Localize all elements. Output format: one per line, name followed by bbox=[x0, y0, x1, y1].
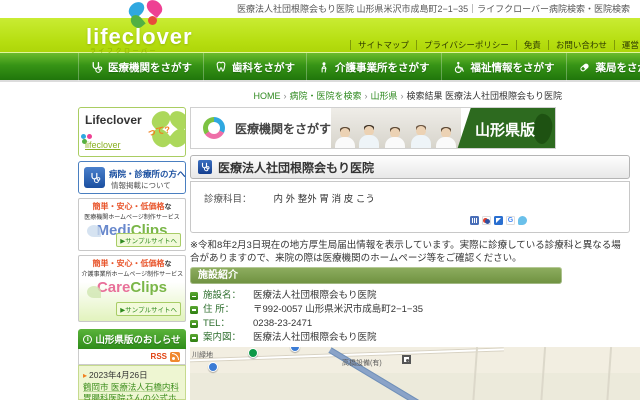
sidebar-for-clinics-banner[interactable]: 病院・診療所の方へ 情報掲載について bbox=[78, 161, 186, 194]
caregiver-icon bbox=[318, 61, 330, 74]
rss-link[interactable]: RSS bbox=[151, 352, 167, 361]
nav-tab-label: 歯科をさがす bbox=[232, 60, 295, 75]
facility-title-bar: 医療法人社団根際会もり医院 bbox=[190, 155, 630, 179]
facility-row-map-link: 案内図： 医療法人社団根際会もり医院 bbox=[190, 333, 562, 343]
nav-tab-medical[interactable]: 医療機関をさがす bbox=[78, 53, 204, 81]
nav-tabs: 医療機関をさがす 歯科をさがす 介護事業所をさがす 福祉情報をさがす 薬局をさが… bbox=[78, 53, 640, 81]
department-label: 診療科目： bbox=[204, 194, 252, 205]
nav-tab-welfare[interactable]: 福祉情報をさがす bbox=[442, 53, 567, 81]
careclips-catch: 簡単・安心・低価格な bbox=[79, 258, 185, 269]
green-bullet-icon bbox=[190, 320, 198, 328]
news-item-link[interactable]: 鶴岡市 医療法人石橋内科胃腸科医院さんの公式ホームペ bbox=[83, 382, 181, 400]
mediclips-catch: 簡単・安心・低価格な bbox=[79, 201, 185, 212]
green-bullet-icon bbox=[190, 292, 198, 300]
utility-link-operator[interactable]: 運営 bbox=[614, 40, 640, 50]
nav-tab-pharmacy[interactable]: 薬局をさがす bbox=[567, 53, 640, 81]
clover-ring-icon bbox=[203, 117, 225, 139]
careclips-desc: 介護事業所ホームページ制作サービス bbox=[82, 269, 183, 278]
sidebar-rss-row: RSS bbox=[78, 349, 186, 365]
green-bullet-icon bbox=[190, 334, 198, 342]
for-clinics-subtitle: 情報掲載について bbox=[111, 180, 171, 191]
page: 医療法人社団根際会もり医院 山形県米沢市成島町2−1−35｜ライフクローバー病院… bbox=[0, 0, 640, 400]
leaf-icon bbox=[87, 286, 101, 298]
bullet-arrow-icon: ▸ bbox=[83, 371, 87, 380]
utility-link-disclaimer[interactable]: 免責 bbox=[516, 40, 548, 50]
tooth-icon bbox=[215, 61, 227, 73]
prefecture-silhouette-icon bbox=[532, 113, 554, 145]
department-value: 内 外 整外 胃 消 皮 こう bbox=[274, 194, 375, 205]
department-row: 診療科目： 内 外 整外 胃 消 皮 こう bbox=[204, 191, 375, 205]
news-title: 山形県版のおしらせ bbox=[95, 332, 180, 346]
stethoscope-badge-icon bbox=[198, 160, 212, 174]
breadcrumb-prefecture[interactable]: 山形県 bbox=[370, 91, 397, 101]
nav-tab-label: 福祉情報をさがす bbox=[471, 60, 555, 75]
prefecture-edition-badge: 山形県版 bbox=[457, 108, 555, 149]
rss-icon[interactable] bbox=[170, 352, 180, 362]
company-marker-icon[interactable] bbox=[402, 355, 411, 364]
sidebar-news-header: i 山形県版のおしらせ bbox=[78, 329, 186, 349]
mediclips-sample-button[interactable]: ▶サンプルサイトへ bbox=[116, 233, 181, 247]
facility-row-name: 施設名： 医療法人社団根際会もり医院 bbox=[190, 291, 562, 301]
nav-tab-care[interactable]: 介護事業所をさがす bbox=[307, 53, 442, 81]
banner-label: 医療機関をさがす bbox=[235, 120, 331, 137]
facility-row-address: 住 所： 〒992-0057 山形県米沢市成島町2−1−35 bbox=[190, 305, 562, 315]
careclips-sample-button[interactable]: ▶サンプルサイトへ bbox=[116, 302, 181, 316]
edition-label: 山形県版 bbox=[475, 119, 535, 140]
about-mini-logo: lifeclover bbox=[85, 140, 121, 150]
nav-tab-dental[interactable]: 歯科をさがす bbox=[204, 53, 307, 81]
leaf-icon bbox=[87, 225, 101, 237]
search-banner: 医療機関をさがす 山形県版 bbox=[190, 107, 556, 149]
map-terrain bbox=[190, 373, 640, 400]
stethoscope-badge-icon bbox=[84, 167, 105, 188]
breadcrumb-category[interactable]: 病院・医院を検索 bbox=[289, 91, 361, 101]
clover-petal-pink-icon bbox=[144, 0, 165, 18]
transit-marker-icon[interactable] bbox=[208, 362, 218, 372]
page-title: 医療法人社団根際会もり医院 bbox=[218, 159, 374, 176]
utility-link-contact[interactable]: お問い合わせ bbox=[548, 40, 614, 50]
facility-detail-list: 施設名： 医療法人社団根際会もり医院 住 所： 〒992-0057 山形県米沢市… bbox=[190, 291, 562, 347]
sidebar-news-list: ▸2023年4月26日 鶴岡市 医療法人石橋内科胃腸科医院さんの公式ホームペ bbox=[78, 365, 186, 400]
about-title: Lifeclover bbox=[85, 113, 142, 127]
department-box: 診療科目： 内 外 整外 胃 消 皮 こう G bbox=[190, 181, 630, 233]
utility-nav: サイトマッププライバシーポリシー免責お問い合わせ運営 bbox=[350, 39, 640, 51]
social-bookmark-row: G bbox=[470, 216, 527, 225]
mediclips-desc: 医療機関ホームページ制作サービス bbox=[82, 212, 183, 221]
utility-link-sitemap[interactable]: サイトマップ bbox=[350, 40, 416, 50]
nav-tab-label: 介護事業所をさがす bbox=[335, 60, 430, 75]
nav-tab-label: 薬局をさがす bbox=[596, 60, 640, 75]
for-clinics-title: 病院・診療所の方へ bbox=[109, 168, 186, 180]
transit-marker-icon[interactable] bbox=[290, 347, 300, 352]
green-bullet-icon bbox=[190, 306, 198, 314]
wheelchair-icon bbox=[453, 61, 466, 74]
main-nav-bar: 医療機関をさがす 歯科をさがす 介護事業所をさがす 福祉情報をさがす 薬局をさが… bbox=[0, 52, 640, 82]
medical-staff-photo bbox=[331, 108, 461, 149]
pill-icon bbox=[578, 61, 591, 74]
sidebar-about-lifeclover[interactable]: Lifeclover って? lifeclover bbox=[78, 107, 186, 157]
bookmark-icon-3[interactable] bbox=[494, 216, 503, 225]
bookmark-icon-2[interactable] bbox=[482, 216, 491, 225]
news-item-date: ▸2023年4月26日 bbox=[83, 369, 181, 381]
bookmark-icon-1[interactable] bbox=[470, 216, 479, 225]
park-marker-icon[interactable] bbox=[248, 348, 258, 358]
facility-row-tel: TEL： 0238-23-2471 bbox=[190, 319, 562, 329]
breadcrumb: HOME›病院・医院を検索›山形県›検索結果 医療法人社団根際会もり医院 bbox=[190, 89, 562, 102]
logo-kana: ライフクローバー bbox=[90, 46, 158, 55]
sidebar-mediclips-banner[interactable]: 簡単・安心・低価格な 医療機関ホームページ制作サービス MediClips ▶サ… bbox=[78, 198, 186, 251]
nav-tab-label: 医療機関をさがす bbox=[108, 60, 192, 75]
section-header-facility: 施設紹介 bbox=[190, 267, 562, 284]
breadcrumb-home[interactable]: HOME bbox=[253, 91, 280, 101]
map-label-park: 川緑地 bbox=[192, 350, 213, 360]
sidebar-careclips-banner[interactable]: 簡単・安心・低価格な 介護事業所ホームページ制作サービス CareClips ▶… bbox=[78, 255, 186, 322]
google-bookmark-icon[interactable]: G bbox=[506, 216, 515, 225]
location-map[interactable]: 川緑地 高橋設備(有) bbox=[190, 347, 640, 400]
stethoscope-icon bbox=[90, 61, 103, 74]
breadcrumb-current: 検索結果 医療法人社団根際会もり医院 bbox=[406, 91, 562, 101]
utility-link-privacy[interactable]: プライバシーポリシー bbox=[416, 40, 516, 50]
site-logo[interactable]: lifeclover ライフクローバー bbox=[86, 0, 216, 52]
twitter-icon[interactable] bbox=[518, 216, 527, 225]
map-label-company: 高橋設備(有) bbox=[342, 358, 382, 368]
disclaimer-note: ※令和8年2月3日現在の地方厚生局届出情報を表示しています。実際に診療している診… bbox=[190, 239, 624, 266]
info-icon: i bbox=[83, 335, 92, 344]
